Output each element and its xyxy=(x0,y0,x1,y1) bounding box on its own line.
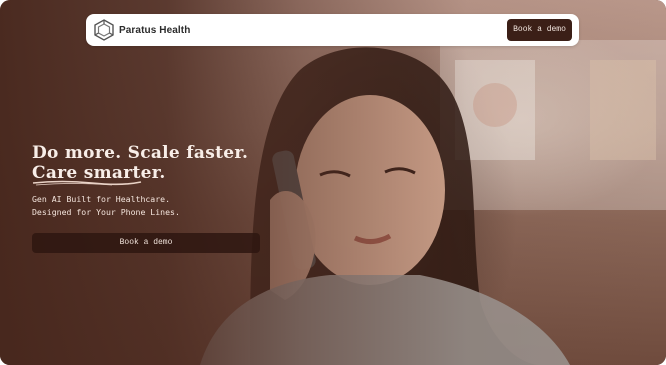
nav-book-demo-button[interactable]: Book a demo xyxy=(507,19,572,41)
brand-logo[interactable]: Paratus Health xyxy=(93,19,190,41)
page-frame: Paratus Health Book a demo Do more. Scal… xyxy=(0,0,666,365)
hero-book-demo-button[interactable]: Book a demo xyxy=(32,233,260,253)
hexagon-logo-icon xyxy=(93,19,115,41)
scribble-underline xyxy=(32,180,142,186)
hero-section: Do more. Scale faster. Care smarter. Gen… xyxy=(32,143,248,219)
hero-subheadline: Gen AI Built for Healthcare. Designed fo… xyxy=(32,193,248,219)
subline-1: Gen AI Built for Healthcare. xyxy=(32,194,171,204)
brand-name: Paratus Health xyxy=(119,24,191,36)
top-navbar: Paratus Health Book a demo xyxy=(86,14,579,46)
hero-headline: Do more. Scale faster. Care smarter. xyxy=(32,143,249,186)
headline-line-1: Do more. Scale faster. xyxy=(32,143,249,163)
subline-2: Designed for Your Phone Lines. xyxy=(32,207,180,217)
headline-line-2-wrap: Care smarter. xyxy=(32,163,166,186)
